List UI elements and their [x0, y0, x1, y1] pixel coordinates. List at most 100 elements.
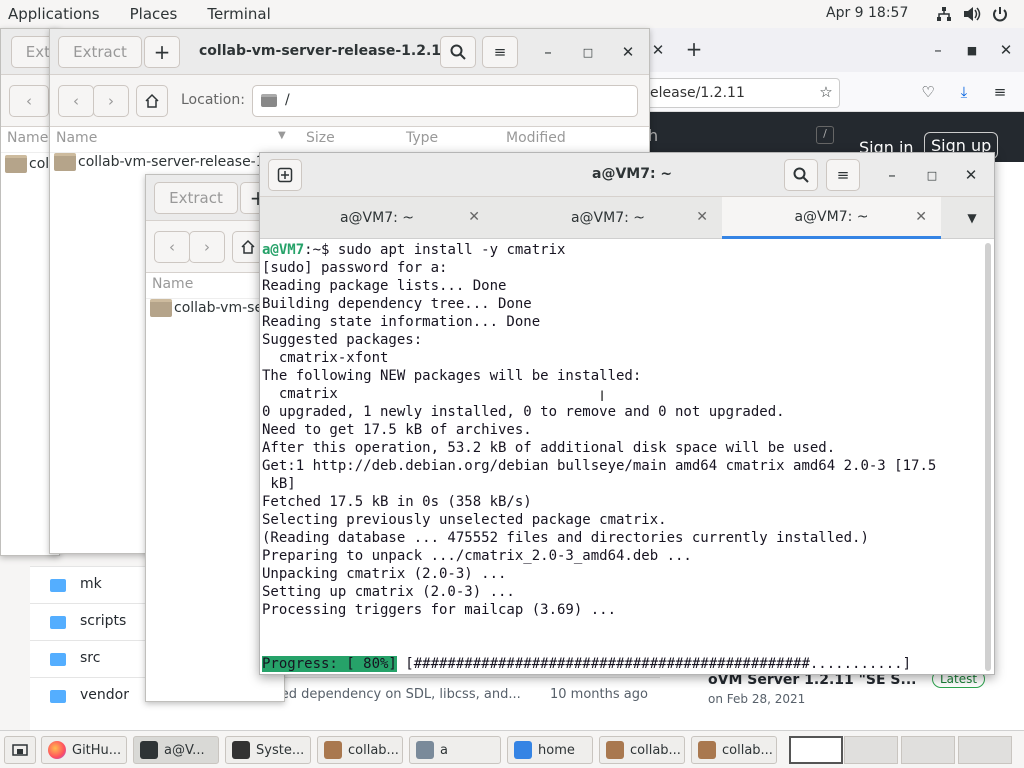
taskbar-label: a@V... [164, 742, 205, 758]
location-label: Location: [181, 92, 245, 108]
clock[interactable]: Apr 9 18:57 [826, 5, 908, 21]
taskbar-item-archive[interactable]: collab... [599, 736, 685, 764]
power-icon[interactable] [990, 4, 1010, 24]
tab-list-dropdown-icon[interactable]: ▼ [962, 208, 982, 228]
name-column[interactable]: Name [7, 130, 48, 146]
volume-icon[interactable] [962, 4, 982, 24]
close-icon[interactable]: ✕ [961, 165, 981, 185]
list-item[interactable]: collab-vm-server-release-1 [78, 154, 265, 170]
type-column[interactable]: Type [406, 130, 438, 146]
modified-column[interactable]: Modified [506, 130, 566, 146]
bookmark-star-icon[interactable]: ☆ [816, 82, 836, 102]
close-icon[interactable]: ✕ [996, 40, 1016, 60]
workspace-4[interactable] [958, 736, 1012, 764]
output-line: cmatrix [262, 386, 338, 402]
forward-button[interactable]: › [93, 85, 129, 117]
archive-icon [698, 741, 716, 759]
taskbar-label: GitHu... [72, 742, 122, 758]
menu-button[interactable]: ≡ [826, 159, 860, 191]
terminal-app-menu[interactable]: Terminal [199, 5, 278, 23]
back-button[interactable]: ‹ [154, 231, 190, 263]
pocket-icon[interactable]: ♡ [918, 82, 938, 102]
terminal-tab-active[interactable]: a@VM7: ~ ✕ [722, 197, 941, 239]
minimize-icon[interactable]: – [882, 165, 902, 185]
terminal-tab[interactable]: a@VM7: ~ ✕ [260, 197, 494, 239]
text-cursor-icon: I [600, 389, 605, 405]
taskbar-item-terminal[interactable]: a@V... [133, 736, 219, 764]
taskbar-item-archive[interactable]: collab... [691, 736, 777, 764]
tab-close-icon[interactable]: ✕ [915, 209, 927, 225]
output-line: 0 upgraded, 1 newly installed, 0 to remo… [262, 404, 785, 420]
applications-menu[interactable]: Applications [0, 5, 108, 23]
terminal-icon [140, 741, 158, 759]
taskbar-item-remote[interactable]: a [409, 736, 501, 764]
search-icon [450, 44, 466, 60]
home-icon [241, 239, 255, 254]
terminal-output[interactable]: a@VM7:~$ sudo apt install -y cmatrix [su… [262, 241, 984, 672]
taskbar-item-firefox[interactable]: GitHu... [41, 736, 127, 764]
output-line: Unpacking cmatrix (2.0-3) ... [262, 566, 507, 582]
file-name[interactable]: vendor [80, 687, 129, 703]
network-icon[interactable] [934, 4, 954, 24]
file-name[interactable]: scripts [80, 613, 126, 629]
maximize-icon[interactable]: □ [578, 42, 598, 62]
tab-close-icon[interactable]: ✕ [696, 209, 708, 225]
name-column[interactable]: Name [56, 130, 97, 146]
minimize-icon[interactable]: – [538, 42, 558, 62]
tab-close-icon[interactable]: ✕ [468, 209, 480, 225]
taskbar-item-system-monitor[interactable]: Syste... [225, 736, 311, 764]
download-icon[interactable]: ⤓ [954, 82, 974, 102]
minimize-icon[interactable]: – [928, 40, 948, 60]
header-bar: Extract + collab-vm-server-release-1.2.1… [50, 29, 649, 75]
toolbar: ‹ › Location: / [50, 75, 649, 127]
folder-icon [50, 616, 66, 629]
output-line: cmatrix-xfont [262, 350, 389, 366]
workspace-1[interactable] [789, 736, 843, 764]
extract-button[interactable]: Extract [154, 182, 238, 214]
output-line: Selecting previously unselected package … [262, 512, 667, 528]
command-line: :~$ sudo apt install -y cmatrix [304, 242, 566, 258]
maximize-icon[interactable]: ■ [962, 40, 982, 60]
new-tab-icon[interactable]: + [684, 37, 704, 61]
extract-button[interactable]: Extract [58, 36, 142, 68]
shell-prompt: a@VM7 [262, 242, 305, 258]
close-icon[interactable]: ✕ [618, 42, 638, 62]
file-name[interactable]: src [80, 650, 100, 666]
places-menu[interactable]: Places [122, 5, 186, 23]
forward-button[interactable]: › [189, 231, 225, 263]
commit-age: 10 months ago [550, 687, 648, 702]
output-line: Reading state information... Done [262, 314, 541, 330]
back-button[interactable]: ‹ [58, 85, 94, 117]
file-name[interactable]: mk [80, 576, 102, 592]
taskbar-item-home[interactable]: home [507, 736, 593, 764]
maximize-icon[interactable]: □ [922, 165, 942, 185]
workspace-3[interactable] [901, 736, 955, 764]
menu-button[interactable]: ≡ [482, 36, 518, 68]
size-column[interactable]: Size [306, 130, 335, 146]
taskbar-label: home [538, 742, 575, 758]
sort-down-icon: ▼ [278, 130, 286, 141]
back-button[interactable]: ‹ [9, 85, 49, 117]
menu-icon[interactable]: ≡ [990, 82, 1010, 102]
list-item[interactable]: collab-vm-se [174, 300, 263, 316]
location-path: / [285, 92, 290, 108]
add-files-button[interactable]: + [144, 36, 180, 68]
archive-icon [324, 741, 342, 759]
name-column[interactable]: Name [152, 276, 193, 292]
location-field[interactable]: / [252, 85, 638, 117]
tab-close-icon[interactable]: ✕ [648, 40, 668, 60]
show-desktop-button[interactable] [4, 736, 36, 764]
table-row[interactable]: vendor Removed dependency on SDL, libcss… [30, 677, 660, 714]
column-header: Name ▼ Size Type Modified [50, 127, 649, 153]
taskbar-item-archive[interactable]: collab... [317, 736, 403, 764]
url-bar[interactable]: elease/1.2.11 [648, 78, 840, 108]
new-tab-button[interactable] [268, 159, 302, 191]
output-line: Preparing to unpack .../cmatrix_2.0-3_am… [262, 548, 692, 564]
search-button[interactable] [784, 159, 818, 191]
workspace-2[interactable] [844, 736, 898, 764]
terminal-tab[interactable]: a@VM7: ~ ✕ [494, 197, 722, 239]
release-date: on Feb 28, 2021 [708, 692, 806, 706]
terminal-scrollbar[interactable] [985, 243, 991, 671]
home-button[interactable] [136, 85, 168, 117]
search-button[interactable] [440, 36, 476, 68]
